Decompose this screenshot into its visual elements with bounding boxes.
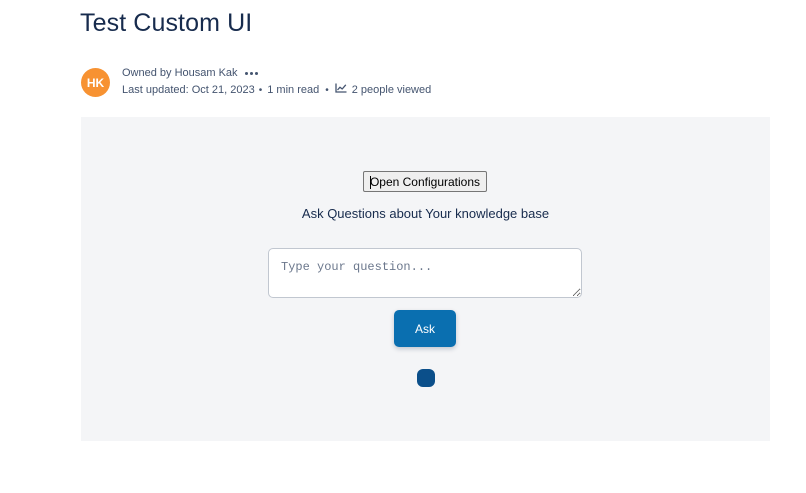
avatar[interactable]: HK (81, 68, 110, 97)
views-text[interactable]: 2 people viewed (352, 82, 432, 99)
separator-dot: • (325, 85, 329, 96)
byline-text: Owned by Housam Kak Last updated: Oct 21… (122, 65, 431, 99)
page: Test Custom UI HK Owned by Housam Kak La… (0, 0, 806, 493)
ask-button[interactable]: Ask (394, 310, 456, 347)
panel-subtitle: Ask Questions about Your knowledge base (301, 206, 550, 221)
page-title: Test Custom UI (80, 9, 253, 37)
read-time-text: 1 min read (267, 84, 320, 96)
open-configurations-button[interactable]: Open Configurations (363, 171, 487, 192)
question-input[interactable] (268, 248, 582, 298)
more-icon[interactable] (244, 68, 258, 80)
text-cursor (370, 176, 371, 189)
custom-ui-panel: Open Configurations Ask Questions about … (81, 117, 770, 441)
last-updated-text: Last updated: Oct 21, 2023 (122, 84, 255, 96)
avatar-initials: HK (86, 75, 105, 90)
meta-details-line: Last updated: Oct 21, 2023 • 1 min read … (122, 82, 431, 99)
chart-line-icon[interactable] (335, 82, 347, 99)
open-configurations-label: Open Configurations (369, 174, 481, 189)
separator-dot: • (258, 85, 263, 96)
owner-line: Owned by Housam Kak (122, 65, 431, 82)
owner-text: Owned by Housam Kak (122, 67, 238, 79)
loading-spinner-icon (417, 369, 435, 387)
